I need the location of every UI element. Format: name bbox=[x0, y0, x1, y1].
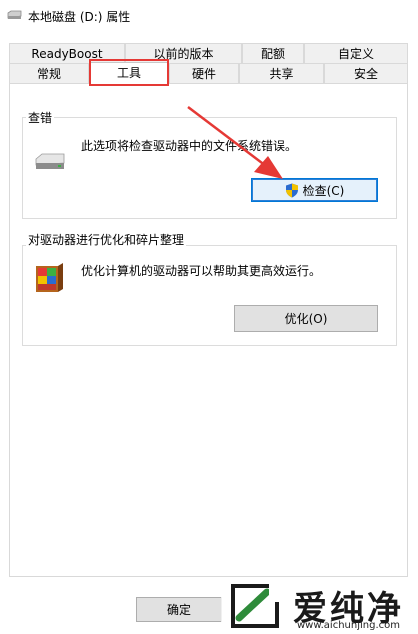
watermark-logo-icon bbox=[231, 582, 285, 628]
tab-customize[interactable]: 自定义 bbox=[304, 43, 408, 63]
tab-hardware[interactable]: 硬件 bbox=[169, 63, 239, 83]
window-title: 本地磁盘 (D:) 属性 bbox=[28, 10, 131, 24]
error-check-title: 查错 bbox=[26, 109, 55, 126]
title-bar: 本地磁盘 (D:) 属性 bbox=[0, 0, 418, 32]
drive-icon bbox=[7, 10, 22, 19]
tab-general[interactable]: 常规 bbox=[9, 63, 89, 83]
tab-sharing[interactable]: 共享 bbox=[239, 63, 324, 83]
annotation-arrow bbox=[187, 106, 283, 179]
optimize-button[interactable]: 优化(O) bbox=[234, 305, 378, 332]
tab-quota[interactable]: 配额 bbox=[242, 43, 304, 63]
tab-security[interactable]: 安全 bbox=[324, 63, 408, 83]
optimize-title: 对驱动器进行优化和碎片整理 bbox=[26, 231, 187, 248]
watermark: 爱纯净 www.aichunjing.com bbox=[221, 577, 418, 634]
drive-icon bbox=[35, 153, 65, 169]
check-button-label: 检查(C) bbox=[302, 183, 345, 198]
watermark-url: www.aichunjing.com bbox=[297, 620, 400, 631]
ok-button[interactable]: 确定 bbox=[136, 597, 222, 622]
optimize-description: 优化计算机的驱动器可以帮助其更高效运行。 bbox=[81, 264, 322, 278]
tab-highlight-box bbox=[89, 59, 169, 86]
defrag-icon bbox=[36, 263, 63, 292]
